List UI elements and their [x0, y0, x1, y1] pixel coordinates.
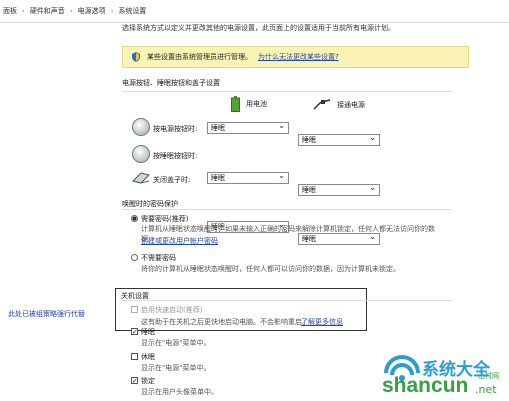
require-password-label: 需要密码(推荐) [141, 215, 189, 223]
sleep-desc: 显示在"电源"菜单中。 [141, 339, 211, 347]
lock-label: 锁定 [141, 377, 155, 385]
separator-icon: › [22, 7, 25, 15]
plug-icon [313, 99, 331, 110]
breadcrumb-item[interactable]: 电源选项 [78, 6, 106, 16]
lock-desc: 显示在用户头像菜单中。 [141, 388, 218, 396]
divider [122, 300, 452, 301]
power-section-title: 电源按钮、睡眠按钮和盖子设置 [122, 79, 220, 87]
divider [122, 91, 452, 92]
power-button-battery-select[interactable]: 睡眠 [207, 121, 289, 134]
laptop-lid-icon [132, 172, 150, 184]
breadcrumb-item[interactable]: 硬件和声音 [30, 6, 65, 16]
sleep-button-battery-select[interactable]: 睡眠 [207, 171, 289, 184]
battery-icon [231, 96, 240, 112]
sleep-checkbox[interactable]: ✓ [131, 328, 138, 336]
watermark-sub: 山村网 [478, 372, 499, 380]
lid-close-label: 关闭盖子时: [153, 176, 191, 184]
password-section-title: 唤醒时的密码保护 [122, 200, 178, 208]
shield-icon [132, 52, 140, 62]
sleep-button-icon [132, 145, 150, 163]
sleep-button-plugged-select[interactable]: 睡眠 [298, 183, 380, 196]
power-button-icon [132, 118, 150, 136]
watermark-domain: shancun [382, 374, 469, 397]
hibernate-desc: 显示在"电源"菜单中。 [141, 364, 211, 372]
power-button-plugged-select[interactable]: 睡眠 [298, 133, 380, 146]
fast-startup-checkbox[interactable] [131, 306, 138, 313]
learn-more-link[interactable]: 了解更多信息 [301, 317, 343, 327]
fast-startup-label: 启用快速启动(推荐) [141, 306, 203, 314]
hibernate-checkbox[interactable] [131, 353, 138, 360]
battery-column-header: 用电池 [231, 96, 267, 112]
sleep-label: 睡眠 [141, 328, 155, 336]
separator-icon: › [110, 7, 114, 15]
breadcrumb: 面板 › 硬件和声音 › 电源选项 › 系统设置 [0, 0, 509, 23]
no-password-label: 不需要密码 [141, 254, 176, 262]
why-link[interactable]: 为什么无法更改某些设置? [258, 52, 339, 62]
cut-description: 选择系统方式以定义并更改其他的电源设置，此页面上的设置适用于当前所有电源计划。 [122, 24, 395, 32]
separator-icon: › [69, 7, 73, 15]
power-button-label: 按电源按钮时: [153, 125, 198, 133]
require-password-radio[interactable] [131, 215, 138, 222]
sleep-button-label: 按睡眠按钮时: [153, 152, 198, 160]
hibernate-label: 休眠 [141, 353, 155, 361]
annotation-text: 此处已被组策略强行代替 [8, 310, 85, 318]
info-text: 某些设置由系统管理员进行管理。 [147, 53, 252, 61]
no-password-radio[interactable] [131, 254, 138, 261]
watermark-tld: .net [475, 383, 497, 396]
divider [122, 209, 452, 210]
plugged-column-header: 接通电源 [313, 99, 365, 110]
lock-checkbox[interactable]: ✓ [131, 377, 138, 385]
no-password-desc: 将你的计算机从睡眠状态唤醒时，任何人都可以访问你的数据，因为计算机未锁定。 [141, 265, 400, 273]
fast-startup-desc: 这有助于在关机之后更快地启动电脑。不会影响重启。 [141, 318, 309, 326]
info-bar: 某些设置由系统管理员进行管理。 为什么无法更改某些设置? [122, 46, 469, 68]
breadcrumb-item[interactable]: 面板 [3, 6, 17, 16]
breadcrumb-item[interactable]: 系统设置 [118, 6, 146, 16]
create-password-link[interactable]: 创建或更改用户帐户密码 [141, 236, 218, 246]
